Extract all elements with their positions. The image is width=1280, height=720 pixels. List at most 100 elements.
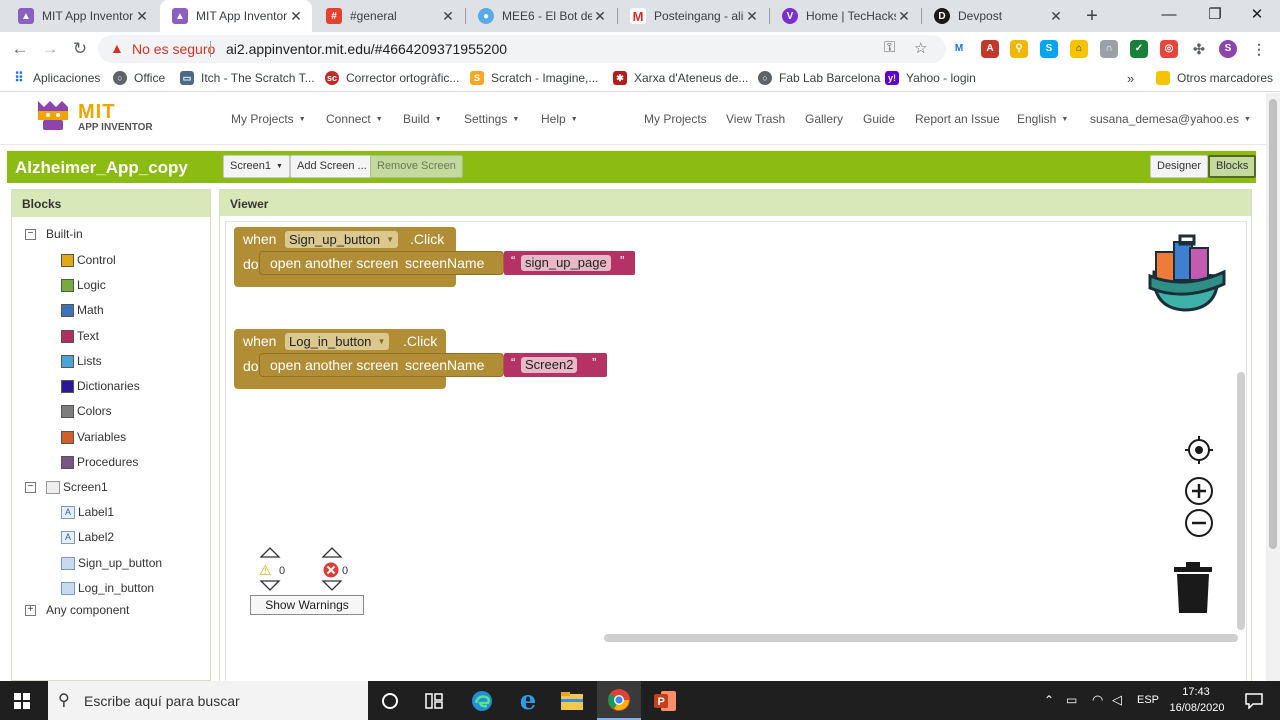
close-tab-icon[interactable]: ✕ xyxy=(744,8,760,25)
menu-build[interactable]: Build ▼ xyxy=(403,112,442,126)
bookmark-corrector[interactable]: sc Corrector ortogràfic... xyxy=(325,71,459,85)
language-menu[interactable]: English ▼ xyxy=(1017,112,1068,126)
drawer-text[interactable]: Text xyxy=(61,329,99,343)
link-report-issue[interactable]: Report an Issue xyxy=(915,112,1000,126)
drawer-variables[interactable]: Variables xyxy=(61,430,126,444)
collapse-icon[interactable]: − xyxy=(25,228,36,240)
account-menu[interactable]: susana_demesa@yahoo.es ▼ xyxy=(1090,112,1251,126)
component-dropdown[interactable]: Sign_up_button ▼ xyxy=(285,231,399,248)
drawer-logic[interactable]: Logic xyxy=(61,278,106,292)
browser-tab-6[interactable]: V Home | TecHacks ✕ xyxy=(770,0,920,32)
forward-icon[interactable]: → xyxy=(38,37,62,61)
browser-tab-7[interactable]: D Devpost ✕ xyxy=(922,0,1072,32)
url-text[interactable]: ai2.appinventor.mit.edu/#466420937195520… xyxy=(226,41,507,57)
new-tab-icon[interactable]: + xyxy=(1082,4,1102,28)
drawer-math[interactable]: Math xyxy=(61,303,104,317)
minimize-icon[interactable]: — xyxy=(1146,0,1192,32)
drawer-procedures[interactable]: Procedures xyxy=(61,455,138,469)
extension-icon[interactable]: M xyxy=(950,40,968,58)
edge-icon[interactable] xyxy=(460,681,504,720)
bookmark-office[interactable]: ○ Office xyxy=(113,71,165,85)
blocks-workspace[interactable]: when Sign_up_button ▼ .Click do open anot… xyxy=(225,221,1247,681)
component-log-in-button[interactable]: Log_in_button xyxy=(61,581,154,595)
expand-icon[interactable]: + xyxy=(25,604,36,616)
drawer-control[interactable]: Control xyxy=(61,253,116,267)
wifi-icon[interactable]: ◠ xyxy=(1092,692,1103,708)
close-tab-icon[interactable]: ✕ xyxy=(1048,8,1064,25)
drawer-colors[interactable]: Colors xyxy=(61,404,112,418)
backpack-icon[interactable] xyxy=(1144,232,1230,314)
link-gallery[interactable]: Gallery xyxy=(805,112,843,126)
bookmark-ateneus[interactable]: ✱ Xarxa d'Ateneus de... xyxy=(613,71,748,85)
warning-next-arrow-icon[interactable] xyxy=(259,580,281,592)
search-extension-icon[interactable]: ⚲ xyxy=(1010,40,1028,58)
record-extension-icon[interactable]: ◎ xyxy=(1160,40,1178,58)
check-extension-icon[interactable]: ✓ xyxy=(1130,40,1148,58)
screen-selector[interactable]: Screen1 ▼ xyxy=(223,155,290,178)
security-label[interactable]: No es seguro xyxy=(132,41,215,57)
browser-tab-1[interactable]: ▲ MIT App Inventor ✕ xyxy=(6,0,158,32)
close-window-icon[interactable]: ✕ xyxy=(1234,0,1280,32)
headphones-extension-icon[interactable]: ∩ xyxy=(1100,40,1118,58)
extensions-puzzle-icon[interactable]: ✣ xyxy=(1190,40,1208,58)
link-guide[interactable]: Guide xyxy=(863,112,895,126)
component-label2[interactable]: A Label2 xyxy=(61,530,114,544)
close-tab-icon[interactable]: ✕ xyxy=(896,8,912,25)
close-tab-icon[interactable]: ✕ xyxy=(440,8,456,25)
remove-screen-button[interactable]: Remove Screen xyxy=(370,155,463,178)
add-screen-button[interactable]: Add Screen ... xyxy=(290,155,374,178)
chrome-taskbar-icon[interactable] xyxy=(597,681,641,720)
powerpoint-icon[interactable]: P xyxy=(643,681,687,720)
cortana-icon[interactable] xyxy=(368,681,412,720)
designer-button[interactable]: Designer xyxy=(1150,155,1209,178)
more-bookmarks-icon[interactable]: » xyxy=(1127,71,1134,86)
input-language[interactable]: ESP xyxy=(1137,694,1159,706)
file-explorer-icon[interactable] xyxy=(550,681,594,720)
zoom-out-icon[interactable] xyxy=(1184,508,1214,538)
pdf-extension-icon[interactable]: A xyxy=(981,40,999,58)
zoom-in-icon[interactable] xyxy=(1184,476,1214,506)
menu-my-projects[interactable]: My Projects ▼ xyxy=(231,112,306,126)
clock-date[interactable]: 16/08/2020 xyxy=(1168,702,1226,714)
close-tab-icon[interactable]: ✕ xyxy=(288,8,304,25)
menu-connect[interactable]: Connect ▼ xyxy=(326,112,383,126)
address-bar[interactable]: ▲ No es seguro ai2.appinventor.mit.edu/#… xyxy=(98,35,946,63)
bookmark-yahoo[interactable]: y! Yahoo - login xyxy=(885,71,976,85)
menu-help[interactable]: Help ▼ xyxy=(541,112,578,126)
notifications-icon[interactable] xyxy=(1232,681,1276,720)
trash-icon[interactable] xyxy=(1172,561,1214,615)
other-bookmarks[interactable]: Otros marcadores xyxy=(1156,71,1273,85)
home-extension-icon[interactable]: ⌂ xyxy=(1070,40,1088,58)
error-prev-arrow-icon[interactable] xyxy=(321,546,343,558)
component-label1[interactable]: A Label1 xyxy=(61,505,114,519)
close-tab-icon[interactable]: ✕ xyxy=(592,8,608,25)
scrollbar-thumb[interactable] xyxy=(1269,99,1277,549)
close-tab-icon[interactable]: ✕ xyxy=(134,8,150,25)
text-string-block[interactable]: “ Screen2 ” xyxy=(504,353,607,377)
battery-icon[interactable]: ▭ xyxy=(1066,693,1077,707)
string-value[interactable]: Screen2 xyxy=(521,357,578,373)
open-another-screen-block[interactable]: open another screen screenName xyxy=(259,353,504,377)
tree-any-component[interactable]: + Any component xyxy=(25,603,129,617)
windows-start-icon[interactable] xyxy=(0,681,44,720)
component-sign-up-button[interactable]: Sign_up_button xyxy=(61,556,162,570)
workspace-vertical-scrollbar[interactable] xyxy=(1237,372,1245,630)
string-value[interactable]: sign_up_page xyxy=(521,255,611,271)
back-icon[interactable]: ← xyxy=(8,37,32,61)
task-view-icon[interactable] xyxy=(412,681,456,720)
browser-menu-icon[interactable]: ⋮ xyxy=(1250,40,1268,58)
browser-tab-3[interactable]: # #general ✕ xyxy=(314,0,464,32)
link-my-projects[interactable]: My Projects xyxy=(644,112,707,126)
component-dropdown[interactable]: Log_in_button ▼ xyxy=(285,333,390,350)
center-target-icon[interactable] xyxy=(1184,435,1214,465)
profile-avatar[interactable]: S xyxy=(1219,40,1237,58)
bookmark-scratch[interactable]: S Scratch - Imagine,... xyxy=(470,71,598,85)
browser-tab-4[interactable]: ● MEE6 - El Bot de D ✕ xyxy=(466,0,616,32)
show-warnings-button[interactable]: Show Warnings xyxy=(250,595,364,615)
open-another-screen-block[interactable]: open another screen screenName xyxy=(259,251,504,275)
collapse-icon[interactable]: − xyxy=(25,481,36,493)
reload-icon[interactable]: ↻ xyxy=(68,37,92,61)
tray-chevron-up-icon[interactable]: ⌃ xyxy=(1044,693,1054,707)
star-icon[interactable]: ☆ xyxy=(914,39,927,57)
blocks-button[interactable]: Blocks xyxy=(1208,155,1257,178)
